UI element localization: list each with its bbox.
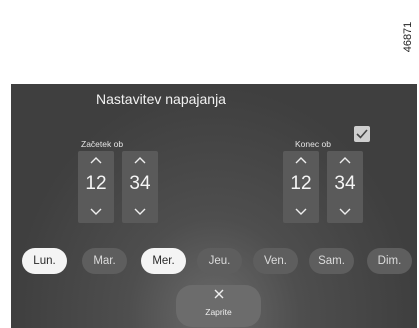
- end-time-checkbox[interactable]: [354, 126, 370, 142]
- chevron-up-icon[interactable]: [122, 155, 158, 167]
- chevron-down-icon[interactable]: [78, 207, 114, 219]
- end-minute-spinner[interactable]: 34: [327, 151, 363, 223]
- day-chip-friday[interactable]: Ven.: [253, 248, 298, 274]
- close-icon: [176, 288, 261, 300]
- figure-reference-number: 46871: [402, 21, 414, 53]
- chevron-down-icon[interactable]: [327, 207, 363, 219]
- start-minute-value: 34: [129, 173, 151, 194]
- day-chip-sunday[interactable]: Dim.: [367, 248, 412, 274]
- end-time-label: Konec ob: [295, 139, 331, 149]
- chevron-up-icon[interactable]: [283, 155, 319, 167]
- chevron-up-icon[interactable]: [327, 155, 363, 167]
- chevron-up-icon[interactable]: [78, 155, 114, 167]
- end-hour-spinner[interactable]: 12: [283, 151, 319, 223]
- start-time-label: Začetek ob: [81, 139, 124, 149]
- start-minute-spinner[interactable]: 34: [122, 151, 158, 223]
- end-hour-value: 12: [290, 173, 312, 194]
- close-button[interactable]: Zaprite: [176, 285, 261, 327]
- check-icon: [356, 129, 368, 139]
- end-minute-value: 34: [334, 173, 356, 194]
- day-chip-tuesday[interactable]: Mar.: [82, 248, 127, 274]
- day-chip-monday[interactable]: Lun.: [22, 248, 67, 274]
- start-hour-value: 12: [85, 173, 107, 194]
- day-chip-wednesday[interactable]: Mer.: [141, 248, 186, 274]
- power-settings-screen: Nastavitev napajanja Začetek ob Konec ob…: [11, 84, 417, 328]
- chevron-down-icon[interactable]: [122, 207, 158, 219]
- chevron-down-icon[interactable]: [283, 207, 319, 219]
- day-chip-saturday[interactable]: Sam.: [309, 248, 354, 274]
- start-hour-spinner[interactable]: 12: [78, 151, 114, 223]
- page-title: Nastavitev napajanja: [96, 91, 226, 107]
- close-button-label: Zaprite: [205, 307, 232, 317]
- day-chip-thursday[interactable]: Jeu.: [197, 248, 242, 274]
